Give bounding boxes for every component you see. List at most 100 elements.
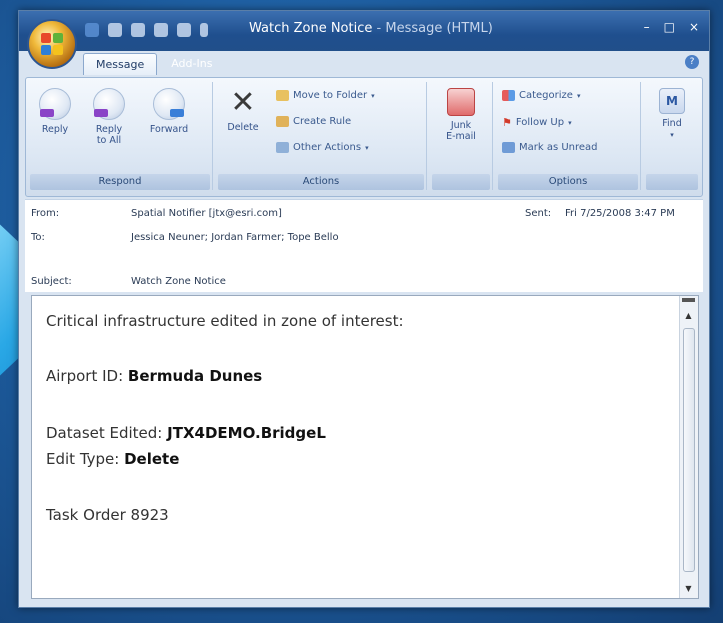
envelope-icon bbox=[502, 142, 515, 153]
options-group-label: Options bbox=[498, 174, 638, 190]
airport-line: Airport ID: Bermuda Dunes bbox=[46, 367, 262, 385]
move-to-folder-label: Move to Folder bbox=[293, 90, 368, 101]
categorize-icon bbox=[502, 90, 515, 101]
junk-label-line2: E-mail bbox=[446, 131, 476, 142]
window-title-separator: - bbox=[376, 21, 382, 36]
save-icon[interactable] bbox=[85, 23, 99, 37]
subject-value: Watch Zone Notice bbox=[131, 276, 226, 287]
tab-add-ins[interactable]: Add-Ins bbox=[159, 53, 224, 75]
create-rule-label: Create Rule bbox=[293, 116, 352, 127]
window-title: Watch Zone Notice - Message (HTML) bbox=[249, 21, 493, 36]
to-label: To: bbox=[31, 232, 45, 243]
redo-icon[interactable] bbox=[131, 23, 145, 37]
next-item-icon[interactable] bbox=[177, 23, 191, 37]
sent-value: Fri 7/25/2008 3:47 PM bbox=[565, 208, 675, 219]
follow-up-button[interactable]: ⚑ Follow Up ▾ bbox=[502, 116, 572, 129]
reply-button[interactable]: Reply bbox=[30, 88, 80, 135]
find-group: M Find ▾ bbox=[644, 82, 700, 190]
sent-label: Sent: bbox=[525, 208, 552, 219]
chevron-down-icon: ▾ bbox=[576, 91, 581, 100]
find-group-label bbox=[646, 174, 698, 190]
quick-access-toolbar bbox=[85, 23, 208, 37]
from-value[interactable]: Spatial Notifier [jtx@esri.com] bbox=[131, 208, 282, 219]
actions-group-label: Actions bbox=[218, 174, 424, 190]
categorize-label: Categorize bbox=[519, 90, 573, 101]
delete-label: Delete bbox=[227, 122, 259, 133]
find-label: Find bbox=[662, 118, 682, 129]
options-group: Categorize ▾ ⚑ Follow Up ▾ Mark as Unrea… bbox=[496, 82, 641, 190]
actions-group: ✕ Delete Move to Folder ▾ Create Rule Ot… bbox=[216, 82, 427, 190]
title-bar: Watch Zone Notice - Message (HTML) – □ × bbox=[19, 11, 709, 51]
rule-icon bbox=[276, 116, 289, 127]
chevron-down-icon: ▾ bbox=[670, 131, 674, 139]
folder-icon bbox=[276, 90, 289, 101]
scroll-down-icon[interactable]: ▼ bbox=[683, 583, 694, 594]
reply-icon bbox=[39, 88, 71, 120]
delete-icon: ✕ bbox=[230, 85, 256, 120]
find-button[interactable]: M Find ▾ bbox=[647, 88, 697, 141]
airport-value: Bermuda Dunes bbox=[127, 367, 263, 385]
forward-label: Forward bbox=[149, 124, 189, 135]
scrollbar-split-handle[interactable] bbox=[682, 298, 695, 302]
outlook-message-window: Watch Zone Notice - Message (HTML) – □ ×… bbox=[18, 10, 710, 608]
dataset-value: JTX4DEMO.BridgeL bbox=[167, 424, 326, 442]
chevron-down-icon: ▾ bbox=[365, 143, 369, 152]
maximize-button[interactable]: □ bbox=[664, 20, 675, 34]
edit-type-value: Delete bbox=[124, 450, 180, 468]
reply-all-label-line2: to All bbox=[96, 135, 122, 146]
edit-type-line: Edit Type: Delete bbox=[46, 450, 179, 468]
task-order-line: Task Order 8923 bbox=[46, 506, 169, 524]
create-rule-button[interactable]: Create Rule bbox=[276, 116, 351, 127]
airport-label: Airport ID: bbox=[46, 367, 128, 385]
office-button[interactable] bbox=[27, 19, 77, 69]
respond-group: Reply Reply to All Forward Respond bbox=[28, 82, 213, 190]
junk-label-line1: Junk bbox=[450, 120, 472, 131]
junk-group-label bbox=[432, 174, 490, 190]
window-title-type: Message (HTML) bbox=[385, 21, 493, 36]
message-body[interactable]: Critical infrastructure edited in zone o… bbox=[31, 295, 699, 599]
vertical-scrollbar[interactable]: ▲ ▼ bbox=[679, 296, 698, 598]
junk-group: Junk E-mail bbox=[430, 82, 493, 190]
tab-message[interactable]: Message bbox=[83, 53, 158, 75]
binoculars-icon: M bbox=[659, 88, 685, 114]
edit-type-label: Edit Type: bbox=[46, 450, 125, 468]
dataset-label: Dataset Edited: bbox=[46, 424, 168, 442]
forward-button[interactable]: Forward bbox=[144, 88, 194, 135]
delete-button[interactable]: ✕ Delete bbox=[218, 85, 268, 134]
help-icon[interactable]: ? bbox=[685, 55, 699, 69]
reply-all-icon bbox=[93, 88, 125, 120]
minimize-button[interactable]: – bbox=[644, 20, 650, 34]
scroll-up-icon[interactable]: ▲ bbox=[683, 310, 694, 321]
follow-up-label: Follow Up bbox=[515, 117, 565, 128]
scrollbar-thumb[interactable] bbox=[683, 328, 695, 572]
reply-all-button[interactable]: Reply to All bbox=[84, 88, 134, 146]
move-to-folder-button[interactable]: Move to Folder ▾ bbox=[276, 90, 375, 101]
window-title-text: Watch Zone Notice bbox=[249, 21, 373, 36]
undo-icon[interactable] bbox=[108, 23, 122, 37]
junk-email-icon bbox=[447, 88, 475, 116]
forward-icon bbox=[153, 88, 185, 120]
close-button[interactable]: × bbox=[689, 20, 699, 34]
office-logo-icon bbox=[41, 33, 63, 55]
dataset-line: Dataset Edited: JTX4DEMO.BridgeL bbox=[46, 424, 326, 442]
reply-label: Reply bbox=[41, 124, 69, 135]
previous-item-icon[interactable] bbox=[154, 23, 168, 37]
other-actions-button[interactable]: Other Actions ▾ bbox=[276, 142, 369, 153]
chevron-down-icon: ▾ bbox=[371, 91, 375, 100]
other-actions-icon bbox=[276, 142, 289, 153]
ribbon: Reply Reply to All Forward Respond ✕ Del… bbox=[25, 77, 703, 197]
reply-all-label-line1: Reply bbox=[95, 124, 123, 135]
customize-toolbar-icon[interactable] bbox=[200, 23, 208, 37]
mark-unread-button[interactable]: Mark as Unread bbox=[502, 142, 598, 153]
message-header: From: Spatial Notifier [jtx@esri.com] Se… bbox=[25, 199, 703, 292]
mark-unread-label: Mark as Unread bbox=[519, 142, 598, 153]
window-controls: – □ × bbox=[644, 20, 699, 34]
junk-email-button[interactable]: Junk E-mail bbox=[436, 88, 486, 142]
chevron-down-icon: ▾ bbox=[568, 118, 572, 127]
categorize-button[interactable]: Categorize ▾ bbox=[502, 90, 580, 101]
to-value[interactable]: Jessica Neuner; Jordan Farmer; Tope Bell… bbox=[131, 232, 339, 243]
respond-group-label: Respond bbox=[30, 174, 210, 190]
ribbon-tabs: Message Add-Ins bbox=[83, 53, 224, 75]
flag-icon: ⚑ bbox=[502, 116, 512, 129]
other-actions-label: Other Actions bbox=[293, 142, 362, 153]
